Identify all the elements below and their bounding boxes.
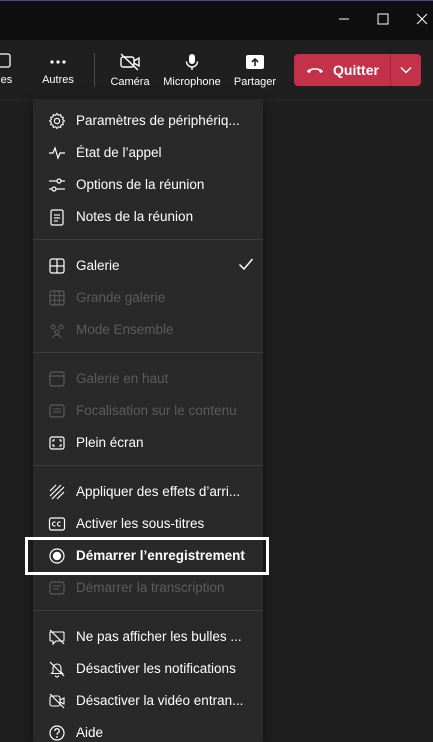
captions-icon [48,517,66,531]
menu-item-together-mode: Mode Ensemble [33,313,263,345]
share-label: Partager [233,76,277,88]
share-button[interactable]: Partager [232,40,278,100]
quit-button[interactable]: Quitter [294,54,390,86]
menu-divider [33,610,263,611]
background-effects-icon [49,484,65,500]
menu-item-label: Activer les sous-titres [76,515,205,531]
gallery-top-icon [49,371,65,387]
menu-item-label: Grande galerie [76,289,166,305]
minimize-button[interactable] [333,8,355,30]
people-icon [50,324,64,339]
more-actions-label: Autres [42,74,74,86]
microphone-icon [185,54,199,70]
fullscreen-icon [49,436,65,450]
quit-options-button[interactable] [391,54,421,86]
menu-item-gallery-top: Galerie en haut [33,362,263,394]
menu-item-label: Plein écran [76,434,144,450]
bulles-button[interactable]: lles [0,40,22,100]
menu-item-label: Focalisation sur le contenu [76,402,237,418]
menu-item-label: Mode Ensemble [76,321,174,337]
menu-divider [33,352,263,353]
bell-off-icon [49,661,65,678]
menu-item-hide-chat-bubbles[interactable]: Ne pas afficher les bulles ... [33,620,263,652]
checkmark-icon [238,258,254,271]
quit-label: Quitter [333,62,379,78]
camera-label: Caméra [110,76,150,88]
camera-off-icon [120,53,140,71]
menu-item-turn-off-incoming-video[interactable]: Désactiver la vidéo entran... [33,684,263,716]
transcript-icon [49,581,65,595]
close-icon [416,13,428,25]
menu-item-label: Désactiver les notifications [76,660,236,676]
camera-button[interactable]: Caméra [108,40,152,100]
more-dots-icon [50,60,66,64]
reactions-icon [0,53,11,68]
menu-item-label: Démarrer l’enregistrement [76,547,245,563]
chat-bubble-off-icon [49,629,65,646]
pulse-icon [49,146,65,160]
menu-item-fullscreen[interactable]: Plein écran [33,426,263,458]
menu-item-background-effects[interactable]: Appliquer des effets d’arri... [33,475,263,507]
menu-item-gallery[interactable]: Galerie [33,249,263,281]
menu-item-device-settings[interactable]: Paramètres de périphériq... [33,104,263,136]
teams-meeting-window: lles Autres Caméra Microphone [0,0,433,742]
menu-item-meeting-notes[interactable]: Notes de la réunion [33,200,263,232]
menu-item-label: Aide [76,724,104,740]
grid-icon [49,258,65,274]
menu-divider [33,465,263,466]
menu-item-label: Notes de la réunion [76,208,194,224]
menu-item-start-transcription: Démarrer la transcription [33,571,263,603]
menu-item-help[interactable]: Aide [33,716,263,742]
menu-item-label: Appliquer des effets d’arri... [76,483,241,499]
bulles-label: lles [0,74,13,86]
menu-item-call-health[interactable]: État de l’appel [33,136,263,168]
menu-item-captions[interactable]: Activer les sous-titres [33,507,263,539]
menu-item-label: État de l’appel [76,144,162,160]
large-grid-icon [49,290,65,306]
microphone-button[interactable]: Microphone [161,40,223,100]
content-focus-icon [49,404,65,418]
minimize-icon [339,18,349,20]
menu-item-label: Désactiver la vidéo entran... [76,692,244,708]
close-window-button[interactable] [411,8,433,30]
video-off-icon [49,693,65,709]
title-bar-accent [0,0,433,1]
menu-item-label: Galerie [76,257,120,273]
maximize-icon [377,13,389,25]
menu-item-large-gallery: Grande galerie [33,281,263,313]
microphone-label: Microphone [163,76,221,88]
menu-item-label: Options de la réunion [76,176,205,192]
menu-item-meeting-options[interactable]: Options de la réunion [33,168,263,200]
hang-up-icon [307,68,324,73]
menu-divider [33,239,263,240]
chevron-down-icon [400,66,412,74]
sliders-icon [49,178,65,192]
menu-item-label: Paramètres de périphériq... [76,112,240,128]
more-actions-menu: Paramètres de périphériq... État de l’ap… [33,100,263,742]
menu-item-label: Démarrer la transcription [76,579,225,595]
menu-item-mute-notifications[interactable]: Désactiver les notifications [33,652,263,684]
quit-button-group: Quitter [294,54,421,86]
gear-icon [48,112,66,130]
notes-icon [50,209,64,226]
more-actions-button[interactable]: Autres [40,40,76,100]
maximize-button[interactable] [372,8,394,30]
toolbar-divider [94,53,95,87]
share-tray-icon [246,55,264,69]
menu-item-label: Galerie en haut [76,370,169,386]
record-icon [49,548,65,564]
menu-item-start-recording[interactable]: Démarrer l’enregistrement [33,539,263,571]
help-icon [49,725,65,741]
menu-item-label: Ne pas afficher les bulles ... [76,628,242,644]
meeting-toolbar: lles Autres Caméra Microphone [0,40,433,100]
title-bar [0,0,433,40]
menu-item-focus-content: Focalisation sur le contenu [33,394,263,426]
